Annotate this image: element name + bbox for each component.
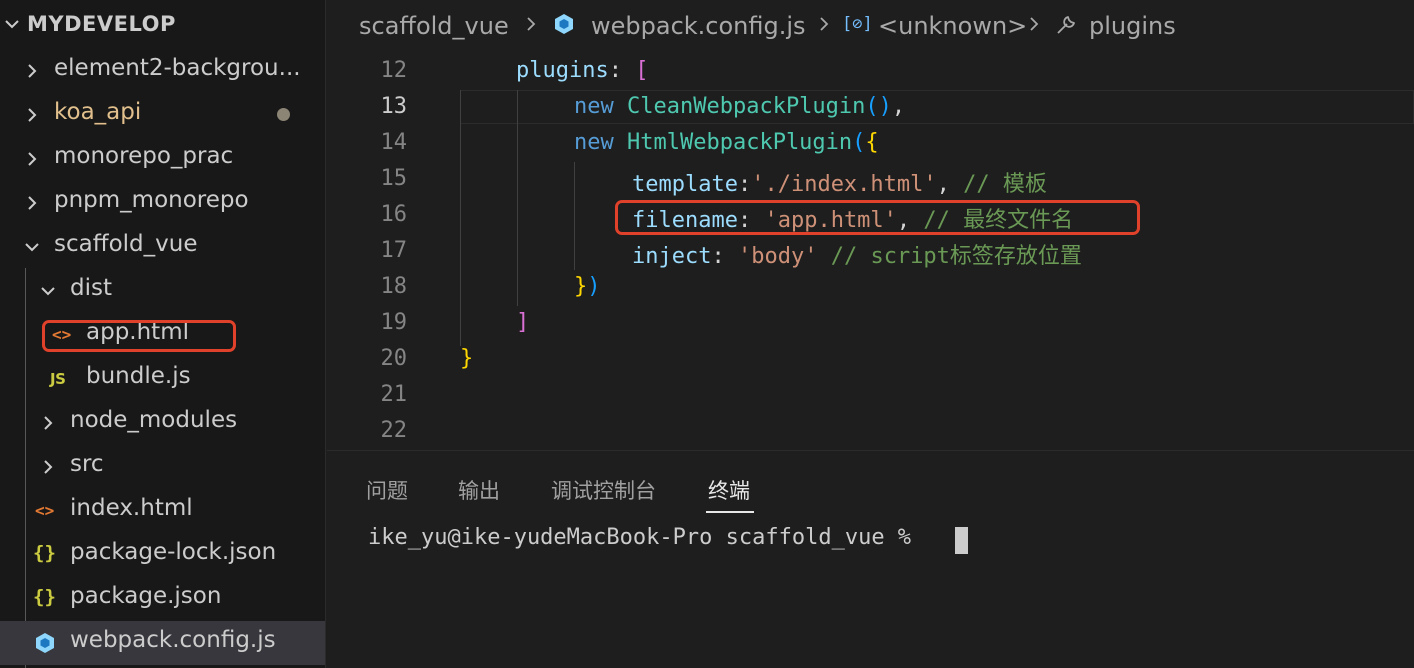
- json-icon: {}: [33, 542, 56, 564]
- modified-indicator: [277, 108, 290, 121]
- tree-item-label: pnpm_monorepo: [54, 187, 249, 213]
- tree-item-node-modules[interactable]: node_modules: [0, 401, 325, 445]
- js-icon: JS: [50, 370, 66, 388]
- chevron-right-icon: [527, 17, 536, 31]
- indent-guide: [517, 90, 518, 306]
- tab-terminal[interactable]: 终端: [708, 475, 750, 505]
- tree-item-label: webpack.config.js: [70, 627, 276, 653]
- tree-item-index-html[interactable]: <> index.html: [0, 489, 325, 533]
- tree-item-element2[interactable]: element2-backgrou...: [0, 49, 325, 93]
- indent-guide: [460, 90, 461, 346]
- code-line-13: new CleanWebpackPlugin(),: [574, 94, 906, 119]
- explorer-header[interactable]: MYDEVELOP: [0, 0, 325, 52]
- code-line-14: new HtmlWebpackPlugin({: [574, 130, 879, 155]
- tree-item-label: element2-backgrou...: [54, 55, 301, 81]
- chevron-right-icon: [44, 460, 53, 474]
- tree-item-bundle-js[interactable]: JS bundle.js: [0, 357, 325, 401]
- chevron-right-icon: [28, 196, 37, 210]
- line-number: 20: [380, 346, 408, 371]
- webpack-icon: [36, 633, 54, 653]
- chevron-right-icon: [1030, 17, 1039, 31]
- chevron-down-icon: [25, 243, 39, 252]
- bottom-panel: 问题 输出 调试控制台 终端 ike_yu@ike-yudeMacBook-Pr…: [327, 450, 1414, 668]
- tree-item-monorepo-prac[interactable]: monorepo_prac: [0, 137, 325, 181]
- chevron-right-icon: [28, 152, 37, 166]
- breadcrumb-property[interactable]: plugins: [1089, 12, 1176, 40]
- highlight-app-html: [42, 320, 236, 352]
- chevron-down-icon[interactable]: [2, 14, 22, 34]
- tree-item-src[interactable]: src: [0, 445, 325, 489]
- line-number: 21: [380, 382, 408, 407]
- tab-output[interactable]: 输出: [458, 475, 500, 505]
- tree-item-package-lock-json[interactable]: {} package-lock.json: [0, 533, 325, 577]
- line-number: 13: [380, 94, 408, 119]
- explorer-sidebar: MYDEVELOP element2-backgrou... koa_api m…: [0, 0, 326, 668]
- tree-item-label: package-lock.json: [70, 539, 277, 565]
- highlight-filename-line: [615, 200, 1140, 235]
- tree-item-label: dist: [70, 275, 112, 301]
- tree-item-label: src: [70, 451, 104, 477]
- line-number: 15: [380, 166, 408, 191]
- line-number: 16: [380, 202, 408, 227]
- code-line-12: plugins: [: [516, 58, 649, 83]
- tree-item-label: scaffold_vue: [54, 231, 198, 257]
- chevron-right-icon: [820, 17, 829, 31]
- chevron-right-icon: [44, 416, 53, 430]
- tree-item-scaffold-vue[interactable]: scaffold_vue: [0, 225, 325, 269]
- chevron-right-icon: [28, 108, 37, 122]
- breadcrumb-symbol[interactable]: <unknown>: [878, 12, 1027, 40]
- code-line-20: }: [460, 346, 474, 371]
- tree-item-label: bundle.js: [86, 363, 191, 389]
- tree-item-package-json[interactable]: {} package.json: [0, 577, 325, 621]
- line-number: 22: [380, 418, 408, 443]
- tree-item-label: monorepo_prac: [54, 143, 234, 169]
- code-line-15: template:'./index.html', // 模板: [632, 172, 1047, 197]
- variable-symbol-icon: [⊘]: [842, 14, 873, 34]
- tree-item-pnpm-monorepo[interactable]: pnpm_monorepo: [0, 181, 325, 225]
- chevron-down-icon: [41, 287, 55, 296]
- tree-item-label: node_modules: [70, 407, 238, 433]
- workspace-title: MYDEVELOP: [27, 12, 176, 36]
- line-number: 18: [380, 274, 408, 299]
- breadcrumb: scaffold_vue webpack.config.js [⊘] <unkn…: [327, 0, 1414, 52]
- tree-item-label: koa_api: [54, 99, 142, 125]
- code-line-19: ]: [516, 310, 530, 335]
- line-number: 17: [380, 238, 408, 263]
- breadcrumb-folder[interactable]: scaffold_vue: [359, 12, 509, 40]
- active-tab-indicator: [706, 511, 754, 513]
- code-line-17: inject: 'body' // script标签存放位置: [632, 244, 1082, 269]
- tree-item-webpack-config-js[interactable]: webpack.config.js: [0, 621, 325, 665]
- json-icon: {}: [33, 586, 56, 608]
- html-icon: <>: [35, 501, 55, 520]
- tab-debug-console[interactable]: 调试控制台: [551, 475, 656, 505]
- tree-item-label: index.html: [70, 495, 193, 521]
- breadcrumb-file[interactable]: webpack.config.js: [591, 12, 806, 40]
- indent-guide: [574, 162, 575, 270]
- terminal-prompt[interactable]: ike_yu@ike-yudeMacBook-Pro scaffold_vue …: [368, 525, 924, 550]
- tree-item-label: package.json: [70, 583, 222, 609]
- tree-item-dist[interactable]: dist: [0, 269, 325, 313]
- code-editor[interactable]: 12 13 14 15 16 17 18 19 20 21 22 plugins…: [327, 52, 1414, 450]
- tab-problems[interactable]: 问题: [366, 475, 408, 505]
- webpack-icon: [555, 14, 573, 34]
- code-line-18: }): [574, 274, 601, 299]
- line-number: 14: [380, 130, 408, 155]
- line-number: 19: [380, 310, 408, 335]
- wrench-icon: [1057, 16, 1075, 34]
- terminal-cursor: [955, 527, 968, 554]
- line-number: 12: [380, 58, 408, 83]
- chevron-right-icon: [28, 64, 37, 78]
